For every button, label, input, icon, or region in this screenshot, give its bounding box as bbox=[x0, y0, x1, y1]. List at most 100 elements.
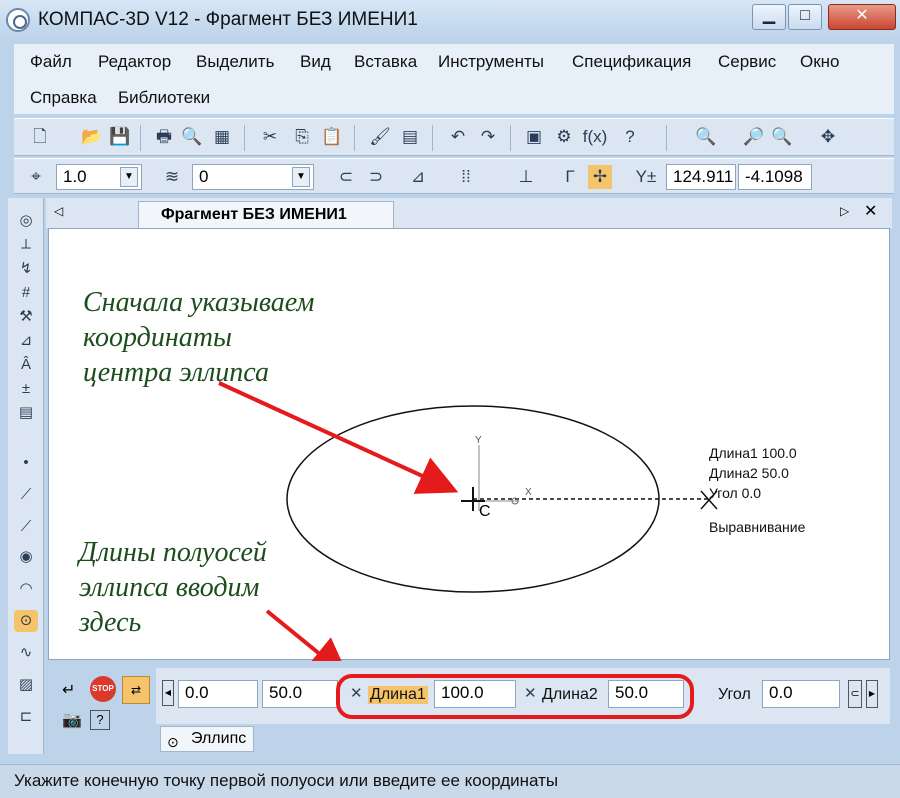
tab-scroll-right-icon[interactable]: ▷ bbox=[840, 204, 849, 218]
menu-window[interactable]: Окно bbox=[800, 52, 840, 72]
hammer-icon[interactable]: ⚒ bbox=[14, 306, 38, 328]
new-document-icon[interactable]: 🗋 bbox=[28, 125, 52, 149]
alignment-label: Выравнивание bbox=[709, 519, 806, 535]
copy-icon[interactable]: ⎘ bbox=[290, 125, 314, 149]
tab-ellipse[interactable]: ⊙ Эллипс bbox=[160, 726, 254, 752]
angle-label: Угол bbox=[718, 686, 751, 703]
layers-icon[interactable]: ≋ bbox=[160, 165, 184, 189]
format-brush-icon[interactable]: 🖌 bbox=[368, 125, 392, 149]
panel-scroll-left-icon[interactable]: ◀ bbox=[162, 680, 174, 706]
contour-icon[interactable]: ⊏ bbox=[14, 706, 38, 728]
axes-icon[interactable]: ⊥ bbox=[514, 165, 538, 189]
enter-icon[interactable]: ↵ bbox=[62, 680, 75, 700]
magnet-icon[interactable]: ⊂ bbox=[334, 165, 358, 189]
save-icon[interactable]: 💾 bbox=[108, 125, 132, 149]
annotation-axes: Длины полуосей эллипса вводим здесь bbox=[79, 537, 267, 638]
manager-icon[interactable]: ▣ bbox=[522, 125, 546, 149]
close-tab-icon[interactable]: ✕ bbox=[864, 201, 877, 221]
axis-y-label: Y bbox=[475, 435, 482, 446]
standard-toolbar: 🗋 📂 💾 🖶 🔍 ▦ ✂ ⎘ 📋 🖌 ▤ ↶ ↷ ▣ ⚙ f(x) ? 🔍 🔎… bbox=[14, 118, 894, 156]
cursor-readout: Длина1 100.0 Длина2 50.0 Угол 0.0 bbox=[709, 445, 797, 501]
annotation-center: Сначала указываем координаты центра элли… bbox=[83, 287, 315, 388]
select-icon[interactable]: ± bbox=[14, 378, 38, 400]
center-x-field[interactable]: 0.0 bbox=[178, 680, 258, 708]
parametrization-icon[interactable]: ⊿ bbox=[14, 330, 38, 352]
maximize-button[interactable]: □ bbox=[788, 4, 822, 30]
menu-libraries[interactable]: Библиотеки bbox=[118, 88, 210, 108]
help-icon[interactable]: ? bbox=[90, 710, 110, 730]
menu-service[interactable]: Сервис bbox=[718, 52, 776, 72]
zoom-out-icon[interactable]: 🔍 bbox=[770, 125, 794, 149]
camera-icon[interactable]: 📷 bbox=[62, 710, 82, 730]
chevron-down-icon[interactable]: ▼ bbox=[292, 167, 310, 187]
minimize-button[interactable]: ▁ bbox=[752, 4, 786, 30]
calculator-icon[interactable]: ▤ bbox=[398, 125, 422, 149]
menu-file[interactable]: Файл bbox=[30, 52, 72, 72]
parameters-icon[interactable]: ⚙ bbox=[552, 125, 576, 149]
measure-icon[interactable]: Â bbox=[14, 354, 38, 376]
chevron-down-icon[interactable]: ▼ bbox=[120, 167, 138, 187]
panel-scroll-right-icon[interactable]: ▶ bbox=[866, 680, 878, 708]
undo-icon[interactable]: ↶ bbox=[446, 125, 470, 149]
designations-icon[interactable]: ↯ bbox=[14, 258, 38, 280]
annotation-arrow-bottom bbox=[265, 609, 350, 661]
auto-create-icon[interactable]: ⇄ bbox=[122, 676, 150, 704]
ortho-icon[interactable]: ⊿ bbox=[406, 165, 430, 189]
snap-active-icon[interactable]: ✢ bbox=[588, 165, 612, 189]
hatch-icon[interactable]: ▨ bbox=[14, 674, 38, 696]
properties-icon[interactable]: ▦ bbox=[210, 125, 234, 149]
zoom-window-icon[interactable]: 🔍 bbox=[694, 125, 718, 149]
style-dropdown-icon[interactable]: ⊂ bbox=[848, 680, 862, 708]
cut-icon[interactable]: ✂ bbox=[258, 125, 282, 149]
round-icon[interactable]: Γ bbox=[558, 165, 582, 189]
menu-help[interactable]: Справка bbox=[30, 88, 97, 108]
close-button[interactable]: ✕ bbox=[828, 4, 896, 30]
auxline-icon[interactable]: ⟋ bbox=[14, 484, 38, 506]
title-bar: КОМПАС-3D V12 - Фрагмент БЕЗ ИМЕНИ1 ▁ □ … bbox=[0, 0, 900, 40]
zoom-in-icon[interactable]: 🔎 bbox=[742, 125, 766, 149]
menu-specification[interactable]: Спецификация bbox=[572, 52, 691, 72]
menu-view[interactable]: Вид bbox=[300, 52, 331, 72]
snaps-icon[interactable]: ⊃ bbox=[364, 165, 388, 189]
spline-icon[interactable]: ∿ bbox=[14, 642, 38, 664]
pan-icon[interactable]: ✥ bbox=[816, 125, 840, 149]
menu-editor[interactable]: Редактор bbox=[98, 52, 171, 72]
compact-toolbar: ◎ ⟂ ↯ # ⚒ ⊿ Â ± ▤ • ⟋ ⟋ ◉ ◠ ⊙ ∿ ▨ ⊏ bbox=[8, 198, 44, 754]
help-pointer-icon[interactable]: ? bbox=[618, 125, 642, 149]
local-cs-icon[interactable]: ⌖ bbox=[24, 165, 48, 189]
menu-insert[interactable]: Вставка bbox=[354, 52, 417, 72]
point-icon[interactable]: • bbox=[14, 452, 38, 474]
menu-tools[interactable]: Инструменты bbox=[438, 52, 544, 72]
redo-icon[interactable]: ↷ bbox=[476, 125, 500, 149]
angle-field[interactable]: 0.0 bbox=[762, 680, 840, 708]
document-tab-strip: ◁ Фрагмент БЕЗ ИМЕНИ1 ▷ ✕ bbox=[46, 198, 892, 228]
annotation-arrow-top bbox=[218, 381, 459, 494]
editing-icon[interactable]: # bbox=[14, 282, 38, 304]
axis-x-label: X bbox=[525, 487, 532, 498]
grid-icon[interactable]: ⁞⁞ bbox=[454, 165, 478, 189]
circle-icon[interactable]: ◉ bbox=[14, 546, 38, 568]
center-y-field[interactable]: 50.0 bbox=[262, 680, 338, 708]
tab-scroll-left-icon[interactable]: ◁ bbox=[54, 204, 63, 218]
tab-ellipse-label: Эллипс bbox=[191, 730, 247, 747]
print-icon[interactable]: 🖶 bbox=[152, 125, 176, 149]
menu-select[interactable]: Выделить bbox=[196, 52, 274, 72]
paste-icon[interactable]: 📋 bbox=[320, 125, 344, 149]
stop-button[interactable]: STOP bbox=[90, 676, 116, 702]
cursor-y-field[interactable]: -4.1098 bbox=[738, 164, 812, 190]
kompas-logo-icon bbox=[6, 8, 30, 32]
drawing-canvas[interactable]: Y X C Сначала указываем координаты центр… bbox=[48, 228, 890, 661]
geometry-icon[interactable]: ◎ bbox=[14, 210, 38, 232]
tab-document[interactable]: Фрагмент БЕЗ ИМЕНИ1 bbox=[138, 201, 394, 228]
ellipse-tab-icon: ⊙ bbox=[167, 734, 179, 750]
cursor-x-field[interactable]: 124.911 bbox=[666, 164, 736, 190]
variables-icon[interactable]: f(x) bbox=[580, 125, 610, 149]
spec-icon[interactable]: ▤ bbox=[14, 402, 38, 424]
open-folder-icon[interactable]: 📂 bbox=[80, 125, 104, 149]
arc-icon[interactable]: ◠ bbox=[14, 578, 38, 600]
segment-icon[interactable]: ⟋ bbox=[14, 516, 38, 538]
menu-bar: Файл Редактор Выделить Вид Вставка Инстр… bbox=[14, 44, 894, 114]
dimensions-icon[interactable]: ⟂ bbox=[14, 234, 38, 256]
ellipse-tool-icon[interactable]: ⊙ bbox=[14, 610, 38, 632]
print-preview-icon[interactable]: 🔍 bbox=[180, 125, 204, 149]
